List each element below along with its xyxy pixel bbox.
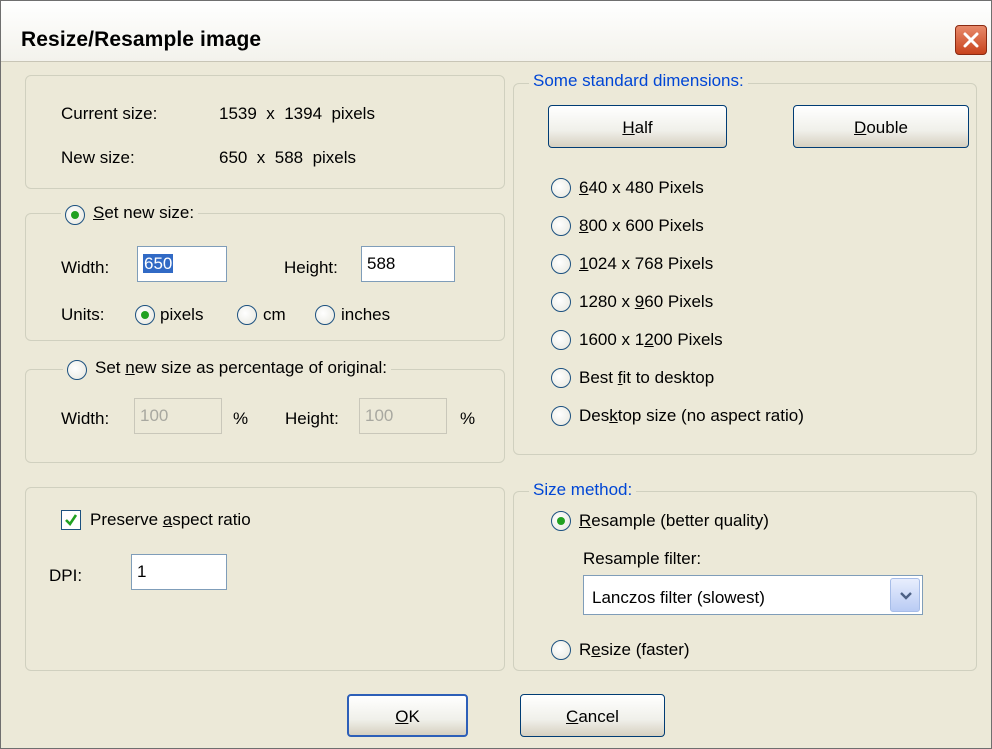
set-new-size-radio[interactable] <box>65 205 85 225</box>
percent-width-unit: % <box>233 409 249 428</box>
current-size-label: Current size: <box>61 104 158 123</box>
percent-height-label: Height: <box>285 409 339 428</box>
current-size-value: 1539 x 1394 pixels <box>219 104 375 123</box>
standard-dimension-radio[interactable] <box>551 330 571 350</box>
resample-filter-select[interactable]: Lanczos filter (slowest) <box>583 575 923 615</box>
width-label: Width: <box>61 258 110 277</box>
resize-radio[interactable] <box>551 640 571 660</box>
title-bar[interactable]: Resize/Resample image <box>1 1 991 62</box>
radio-selected-dot <box>141 311 149 319</box>
standard-dimension-label[interactable]: 1280 x 960 Pixels <box>579 292 713 312</box>
standard-dimension-label[interactable]: 1024 x 768 Pixels <box>579 254 713 274</box>
resample-filter-label: Resample filter: <box>583 549 702 568</box>
percentage-radio[interactable] <box>67 360 87 380</box>
standard-dimension-label[interactable]: Best fit to desktop <box>579 368 714 388</box>
percent-height-input: 100 <box>359 398 447 434</box>
height-label: Height: <box>284 258 338 277</box>
double-button[interactable]: Double <box>793 105 969 148</box>
percent-width-label: Width: <box>61 409 110 428</box>
standard-dimension-radio[interactable] <box>551 406 571 426</box>
standard-dimensions-title: Some standard dimensions: <box>529 71 748 91</box>
size-info-group <box>25 75 505 189</box>
percentage-option[interactable]: Set new size as percentage of original: <box>63 358 392 380</box>
standard-dimension-radio[interactable] <box>551 178 571 198</box>
width-input[interactable]: 650 <box>137 246 227 282</box>
percent-height-unit: % <box>460 409 476 428</box>
height-input[interactable]: 588 <box>361 246 455 282</box>
chevron-down-icon <box>900 592 912 600</box>
resize-resample-dialog: Resize/Resample image Current size: 1539… <box>0 0 992 749</box>
resample-radio[interactable] <box>551 511 571 531</box>
standard-dimension-radio[interactable] <box>551 254 571 274</box>
radio-selected-dot <box>71 211 79 219</box>
cancel-button[interactable]: Cancel <box>520 694 665 737</box>
new-size-value: 650 x 588 pixels <box>219 148 357 167</box>
standard-dimension-label[interactable]: 1600 x 1200 Pixels <box>579 330 723 350</box>
set-new-size-label: Set new size: <box>93 203 195 222</box>
standard-dimension-label[interactable]: Desktop size (no aspect ratio) <box>579 406 804 426</box>
checkmark-icon <box>65 514 78 527</box>
set-new-size-option[interactable]: Set new size: <box>61 203 199 225</box>
unit-inches-label[interactable]: inches <box>341 305 390 325</box>
unit-cm-label[interactable]: cm <box>263 305 286 325</box>
standard-dimension-radio[interactable] <box>551 216 571 236</box>
close-button[interactable] <box>955 25 987 55</box>
resample-filter-value: Lanczos filter (slowest) <box>592 588 765 607</box>
radio-selected-dot <box>557 517 565 525</box>
standard-dimension-radio[interactable] <box>551 368 571 388</box>
percentage-option-label: Set new size as percentage of original: <box>95 358 388 377</box>
percent-width-input: 100 <box>134 398 222 434</box>
new-size-label: New size: <box>61 148 135 167</box>
dpi-label: DPI: <box>49 566 83 585</box>
size-method-title: Size method: <box>529 480 637 500</box>
standard-dimension-label[interactable]: 640 x 480 Pixels <box>579 178 704 198</box>
standard-dimension-radio[interactable] <box>551 292 571 312</box>
dialog-title: Resize/Resample image <box>21 28 262 51</box>
unit-pixels-label[interactable]: pixels <box>160 305 203 325</box>
ok-button[interactable]: OK <box>347 694 468 737</box>
unit-cm-radio[interactable] <box>237 305 257 325</box>
dropdown-arrow-button[interactable] <box>890 578 920 612</box>
half-button[interactable]: Half <box>548 105 727 148</box>
resample-label[interactable]: Resample (better quality) <box>579 511 769 531</box>
dpi-input[interactable]: 1 <box>131 554 227 590</box>
standard-dimension-label[interactable]: 800 x 600 Pixels <box>579 216 704 236</box>
unit-inches-radio[interactable] <box>315 305 335 325</box>
unit-pixels-radio[interactable] <box>135 305 155 325</box>
resize-label[interactable]: Resize (faster) <box>579 640 690 660</box>
preserve-aspect-checkbox[interactable] <box>61 510 81 530</box>
units-label: Units: <box>61 305 105 324</box>
close-icon <box>963 32 979 48</box>
preserve-aspect-label[interactable]: Preserve aspect ratio <box>90 510 251 530</box>
